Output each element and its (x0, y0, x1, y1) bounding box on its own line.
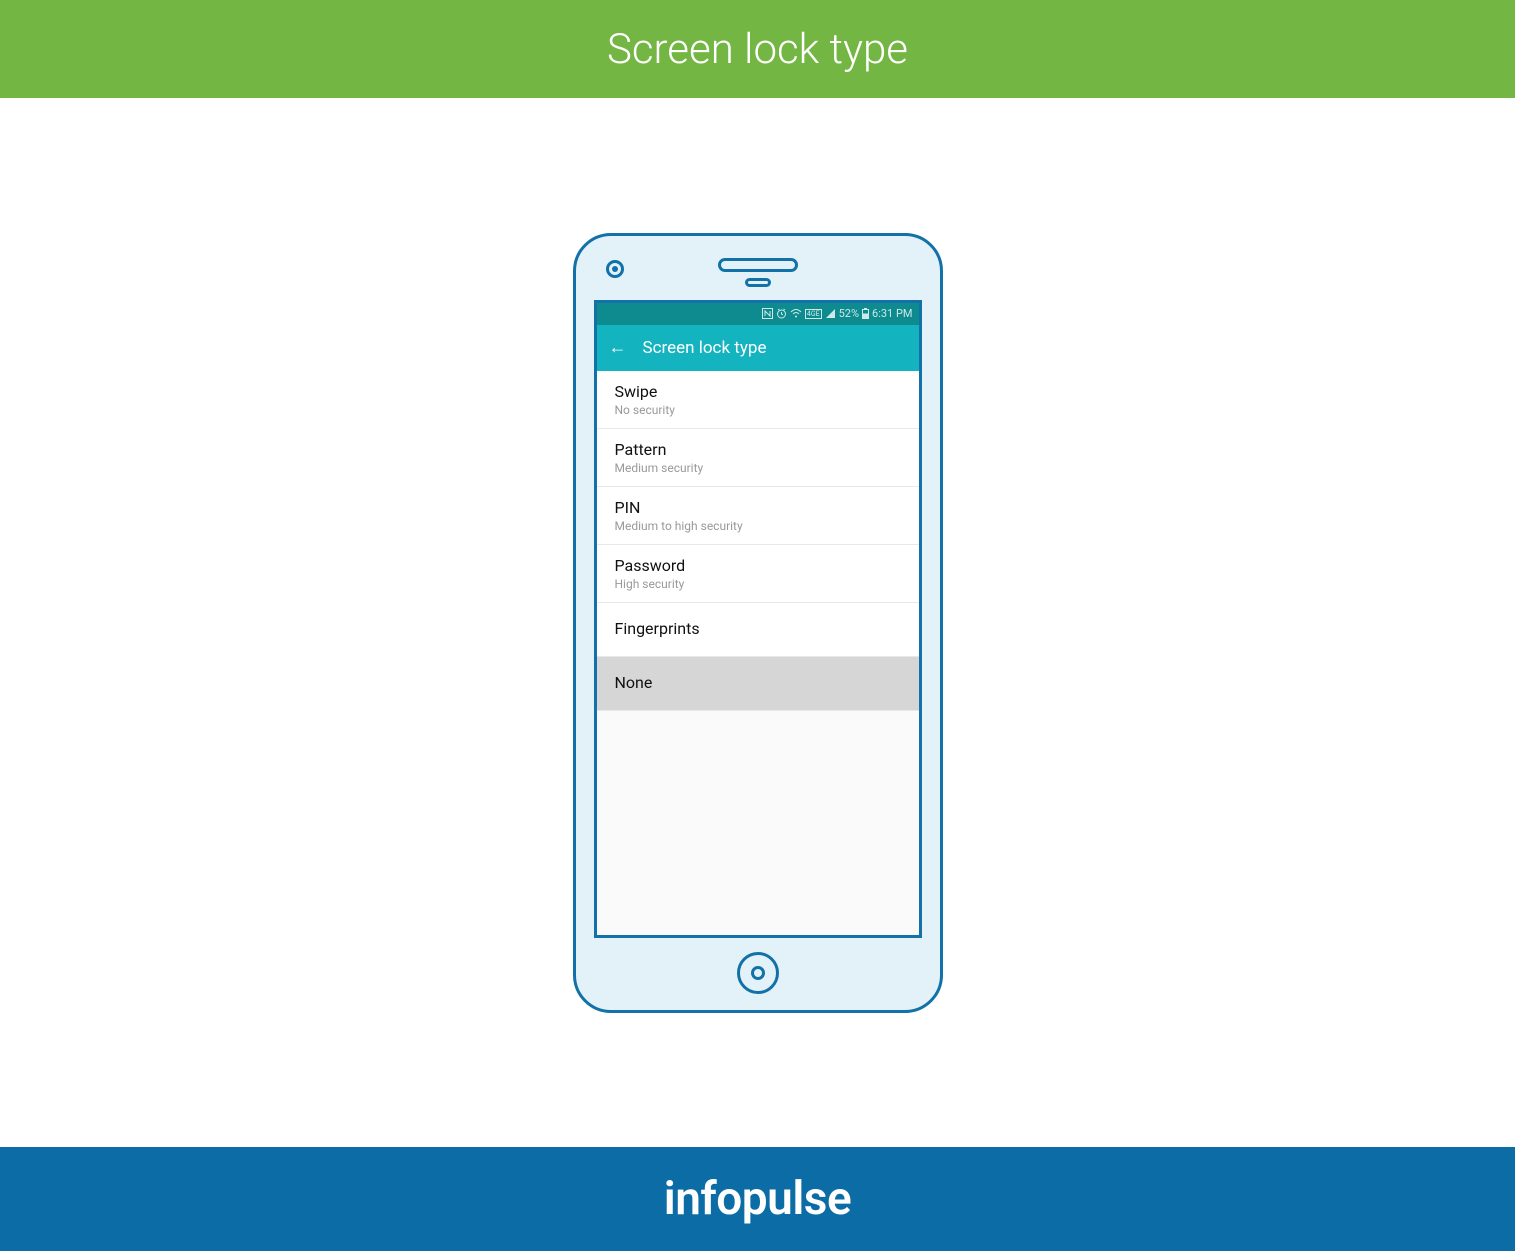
phone-screen: 4GE 52% 6:31 PM ← Screen lock type Swipe… (594, 300, 922, 938)
lock-option-subtitle: Medium security (615, 461, 901, 475)
alarm-icon (776, 308, 787, 319)
lock-option-title: Password (615, 556, 901, 575)
status-bar: 4GE 52% 6:31 PM (597, 303, 919, 325)
battery-percent: 52% (839, 307, 859, 320)
lock-option-item[interactable]: Pattern Medium security (597, 429, 919, 487)
status-icons: 4GE 52% 6:31 PM (762, 307, 913, 320)
footer-brand: infopulse (664, 1172, 851, 1226)
phone-sensor-icon (745, 278, 771, 287)
back-arrow-icon[interactable]: ← (609, 339, 627, 357)
nfc-icon (762, 308, 773, 319)
app-bar-title: Screen lock type (643, 338, 767, 358)
lock-option-item[interactable]: Swipe No security (597, 371, 919, 429)
phone-frame: 4GE 52% 6:31 PM ← Screen lock type Swipe… (573, 233, 943, 1013)
lock-option-item[interactable]: None (597, 657, 919, 711)
banner-title: Screen lock type (607, 25, 908, 74)
lock-option-title: PIN (615, 498, 901, 517)
bottom-banner: infopulse (0, 1147, 1515, 1251)
lock-option-subtitle: No security (615, 403, 901, 417)
home-button[interactable] (737, 952, 779, 994)
phone-camera-icon (606, 260, 624, 278)
home-button-inner-icon (751, 966, 765, 980)
lock-option-title: Fingerprints (615, 619, 901, 638)
top-banner: Screen lock type (0, 0, 1515, 98)
phone-speaker-icon (718, 258, 798, 272)
wifi-icon (790, 308, 802, 319)
main-area: 4GE 52% 6:31 PM ← Screen lock type Swipe… (0, 98, 1515, 1147)
network-label: 4GE (805, 309, 822, 319)
battery-icon (862, 308, 869, 319)
lock-option-title: None (615, 673, 901, 692)
lock-option-title: Pattern (615, 440, 901, 459)
signal-icon (825, 308, 836, 319)
phone-camera-dot (612, 266, 618, 272)
lock-option-item[interactable]: Password High security (597, 545, 919, 603)
lock-option-subtitle: Medium to high security (615, 519, 901, 533)
status-time: 6:31 PM (872, 307, 912, 320)
lock-option-subtitle: High security (615, 577, 901, 591)
lock-option-title: Swipe (615, 382, 901, 401)
lock-options-list: Swipe No security Pattern Medium security PI… (597, 371, 919, 935)
app-bar: ← Screen lock type (597, 325, 919, 371)
lock-option-item[interactable]: PIN Medium to high security (597, 487, 919, 545)
lock-option-item[interactable]: Fingerprints (597, 603, 919, 657)
